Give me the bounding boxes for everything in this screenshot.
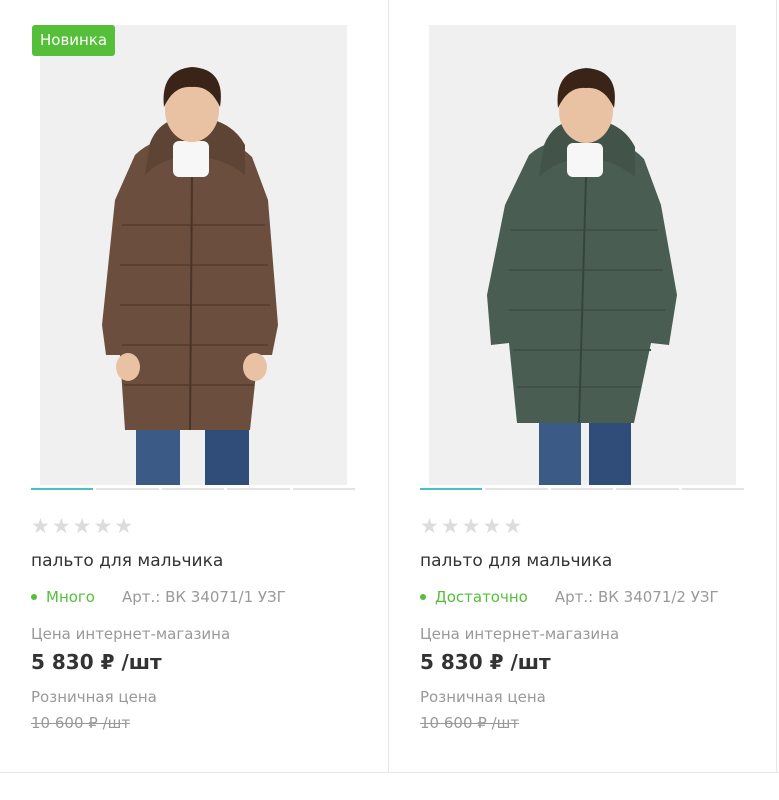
availability-row: Много Арт.: ВК 34071/1 УЗГ (31, 588, 286, 606)
online-price: 5 830 ₽ /шт (31, 650, 162, 674)
slider-dot[interactable] (681, 488, 745, 490)
slider-dot[interactable] (292, 488, 356, 490)
slider-dot[interactable] (550, 488, 614, 490)
slider-dot[interactable] (616, 488, 679, 490)
product-card[interactable]: ★ ★ ★ ★ ★ пальто для мальчика Достаточно… (388, 0, 776, 773)
product-photo[interactable] (429, 25, 736, 485)
slider-dot[interactable] (161, 488, 225, 490)
grid-right-border (776, 0, 777, 773)
online-price-label: Цена интернет-магазина (31, 625, 231, 643)
retail-price-label: Розничная цена (31, 688, 157, 706)
image-slider-indicator[interactable] (31, 488, 356, 490)
article-number: Арт.: ВК 34071/1 УЗГ (121, 588, 286, 606)
star-icon[interactable]: ★ (503, 515, 522, 537)
brown-coat-photo-icon (40, 25, 347, 485)
availability-row: Достаточно Арт.: ВК 34071/2 УЗГ (420, 588, 719, 606)
slider-dot[interactable] (420, 488, 483, 490)
star-icon[interactable]: ★ (114, 515, 133, 537)
green-coat-photo-icon (429, 25, 736, 485)
availability-status: Достаточно (435, 588, 528, 606)
product-title[interactable]: пальто для мальчика (420, 551, 612, 571)
availability-status: Много (46, 588, 95, 606)
retail-price-label: Розничная цена (420, 688, 546, 706)
product-title[interactable]: пальто для мальчика (31, 551, 223, 571)
rating-stars[interactable]: ★ ★ ★ ★ ★ (420, 515, 522, 537)
star-icon[interactable]: ★ (52, 515, 71, 537)
retail-price: 10 600 ₽ /шт (420, 714, 520, 732)
availability-dot-icon (31, 594, 37, 600)
image-slider-indicator[interactable] (420, 488, 745, 490)
star-icon[interactable]: ★ (441, 515, 460, 537)
star-icon[interactable]: ★ (482, 515, 501, 537)
rating-stars[interactable]: ★ ★ ★ ★ ★ (31, 515, 133, 537)
star-icon[interactable]: ★ (93, 515, 112, 537)
product-card[interactable]: Новинка ★ ★ ★ ★ ★ пальто для мальчика Мн… (0, 0, 388, 773)
new-badge: Новинка (32, 25, 116, 56)
grid-bottom-border (0, 772, 779, 773)
product-grid: Новинка ★ ★ ★ ★ ★ пальто для мальчика Мн… (0, 0, 779, 773)
slider-dot[interactable] (31, 488, 94, 490)
star-icon[interactable]: ★ (73, 515, 92, 537)
slider-dot[interactable] (485, 488, 548, 490)
star-icon[interactable]: ★ (420, 515, 439, 537)
availability-dot-icon (420, 594, 426, 600)
retail-price: 10 600 ₽ /шт (31, 714, 131, 732)
product-photo[interactable] (40, 25, 347, 485)
slider-dot[interactable] (227, 488, 290, 490)
slider-dot[interactable] (96, 488, 159, 490)
star-icon[interactable]: ★ (31, 515, 50, 537)
article-number: Арт.: ВК 34071/2 УЗГ (554, 588, 719, 606)
online-price-label: Цена интернет-магазина (420, 625, 620, 643)
star-icon[interactable]: ★ (462, 515, 481, 537)
online-price: 5 830 ₽ /шт (420, 650, 551, 674)
